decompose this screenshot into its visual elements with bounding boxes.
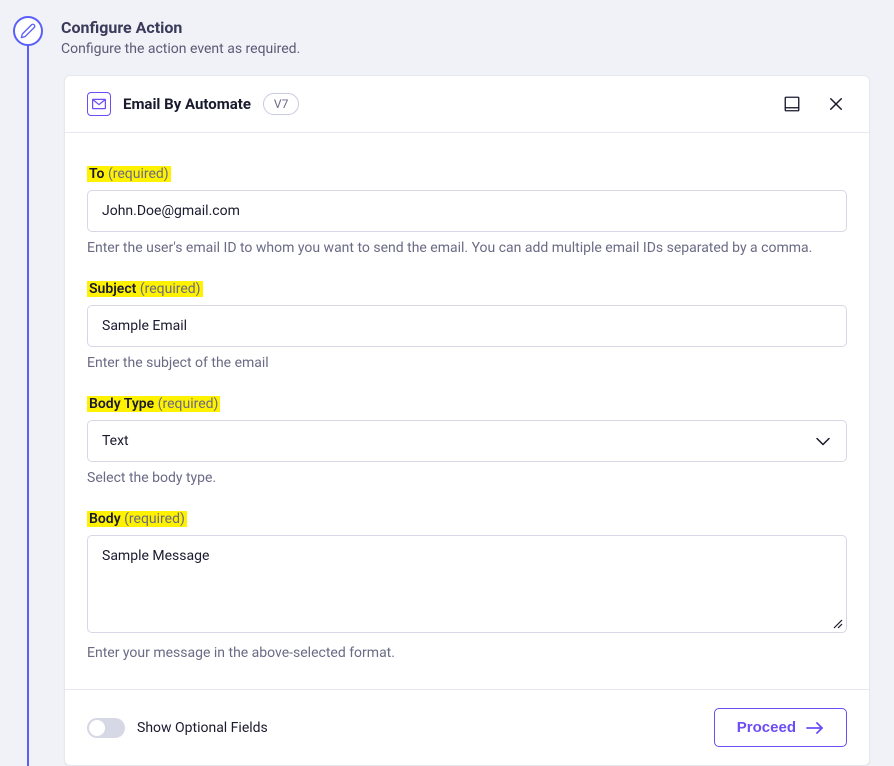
close-button[interactable]	[825, 93, 847, 115]
card-header: Email By Automate V7	[65, 76, 869, 133]
subject-input[interactable]	[87, 305, 847, 347]
toggle-knob	[89, 720, 105, 736]
version-pill: V7	[263, 93, 299, 115]
body-required: (required)	[124, 511, 185, 527]
config-card: Email By Automate V7	[64, 75, 870, 766]
proceed-button[interactable]: Proceed	[714, 708, 847, 747]
bodytype-label-text: Body Type	[89, 396, 154, 412]
subject-help: Enter the subject of the email	[87, 355, 847, 371]
timeline-line	[27, 24, 29, 766]
subject-label-text: Subject	[89, 281, 136, 297]
show-optional-toggle[interactable]	[87, 718, 125, 738]
mail-icon	[87, 92, 111, 116]
subject-label: Subject (required)	[87, 281, 203, 297]
show-optional-label: Show Optional Fields	[137, 720, 268, 736]
bodytype-select[interactable]: Text	[87, 420, 847, 462]
bodytype-label: Body Type (required)	[87, 396, 220, 412]
subject-required: (required)	[140, 281, 201, 297]
to-label-text: To	[89, 166, 104, 182]
body-textarea[interactable]	[87, 535, 847, 633]
to-label: To (required)	[87, 166, 171, 182]
bodytype-help: Select the body type.	[87, 470, 847, 486]
step-header: Configure Action Configure the action ev…	[20, 0, 894, 65]
bodytype-required: (required)	[158, 396, 219, 412]
body-label-text: Body	[89, 511, 121, 527]
to-input[interactable]	[87, 190, 847, 232]
card-app-name: Email By Automate	[123, 95, 251, 113]
pencil-icon	[13, 16, 43, 46]
proceed-label: Proceed	[737, 719, 796, 736]
step-subtitle: Configure the action event as required.	[61, 41, 300, 57]
arrow-right-icon	[806, 722, 824, 734]
body-label: Body (required)	[87, 511, 187, 527]
body-help: Enter your message in the above-selected…	[87, 645, 847, 661]
step-title: Configure Action	[61, 18, 300, 37]
panel-layout-button[interactable]	[781, 93, 803, 115]
to-help: Enter the user's email ID to whom you wa…	[87, 240, 847, 256]
to-required: (required)	[108, 166, 169, 182]
